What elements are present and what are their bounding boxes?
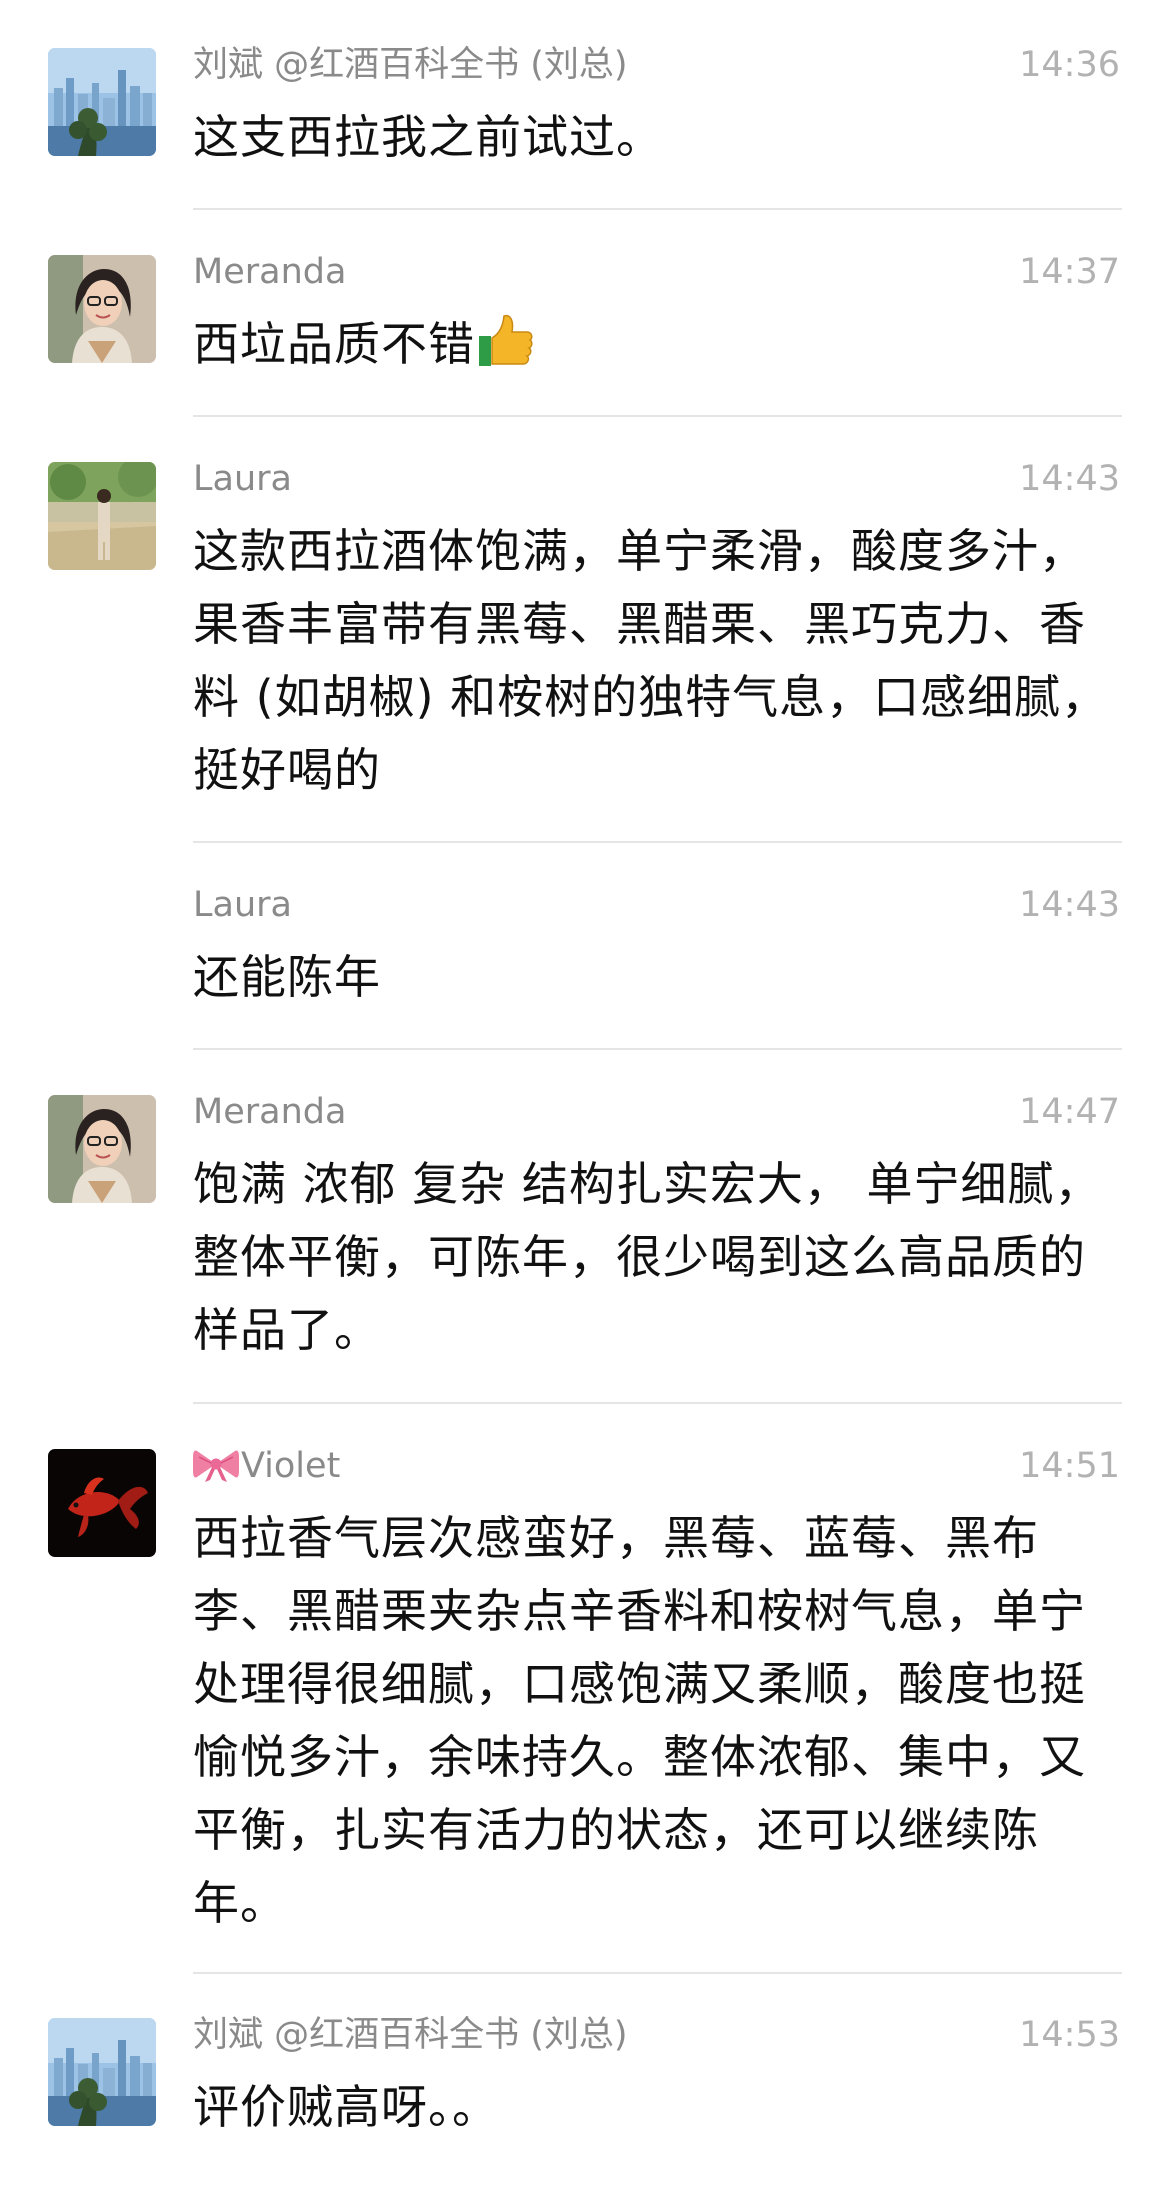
avatar-city-skyline-image: [48, 2018, 156, 2126]
message-divider: [193, 1972, 1122, 1974]
message-time: 14:47: [1019, 1092, 1120, 1132]
message-time: 14:43: [1019, 885, 1120, 925]
sender-name: Laura: [193, 459, 292, 499]
message-text: 还能陈年: [193, 950, 381, 1004]
sender-name: Violet: [193, 1444, 340, 1488]
message-divider: [193, 208, 1122, 210]
avatar[interactable]: [48, 255, 156, 363]
message-text: 这支西拉我之前试过。: [193, 110, 663, 164]
message-text: 评价贼高呀。。: [193, 2080, 499, 2134]
avatar[interactable]: [48, 48, 156, 156]
avatar-field-photo-image: [48, 462, 156, 570]
message-divider: [193, 841, 1122, 843]
message-text-content: 西垃品质不错: [193, 317, 475, 371]
message-time: 14:51: [1019, 1446, 1120, 1486]
sender-name: Laura: [193, 885, 292, 925]
sender-name: 刘斌 @红酒百科全书 (刘总): [193, 2015, 628, 2055]
message-text: 西垃品质不错: [193, 308, 1128, 381]
message-time: 14:43: [1019, 459, 1120, 499]
sender-name: Meranda: [193, 1092, 347, 1132]
sender-name-text: Violet: [241, 1446, 341, 1486]
sender-name: 刘斌 @红酒百科全书 (刘总): [193, 45, 628, 85]
message-divider: [193, 415, 1122, 417]
chat-message-list: 刘斌 @红酒百科全书 (刘总) 14:36 这支西拉我之前试过。 Meranda…: [0, 0, 1170, 2206]
message-time: 14:37: [1019, 252, 1120, 292]
message-time: 14:36: [1019, 45, 1120, 85]
avatar[interactable]: [48, 1449, 156, 1557]
avatar-city-skyline-image: [48, 48, 156, 156]
message-text: 西拉香气层次感蛮好，黑莓、蓝莓、黑布李、黑醋栗夹杂点辛香料和桉树气息，单宁处理得…: [193, 1511, 1086, 1930]
message-text: 饱满 浓郁 复杂 结构扎实宏大， 单宁细腻，整体平衡，可陈年，很少喝到这么高品质…: [193, 1157, 1102, 1357]
bow-icon: [193, 1450, 239, 1482]
avatar-woman-portrait-image: [48, 1095, 156, 1203]
avatar[interactable]: [48, 1095, 156, 1203]
message-divider: [193, 1402, 1122, 1404]
message-time: 14:53: [1019, 2015, 1120, 2055]
thumbs-up-icon: [479, 314, 533, 366]
sender-name: Meranda: [193, 252, 347, 292]
message-text: 这款西拉酒体饱满，单宁柔滑，酸度多汁，果香丰富带有黑莓、黑醋栗、黑巧克力、香料 …: [193, 524, 1109, 797]
avatar[interactable]: [48, 462, 156, 570]
avatar-goldfish-image: [48, 1449, 156, 1557]
avatar[interactable]: [48, 2018, 156, 2126]
message-divider: [193, 1048, 1122, 1050]
avatar-woman-portrait-image: [48, 255, 156, 363]
